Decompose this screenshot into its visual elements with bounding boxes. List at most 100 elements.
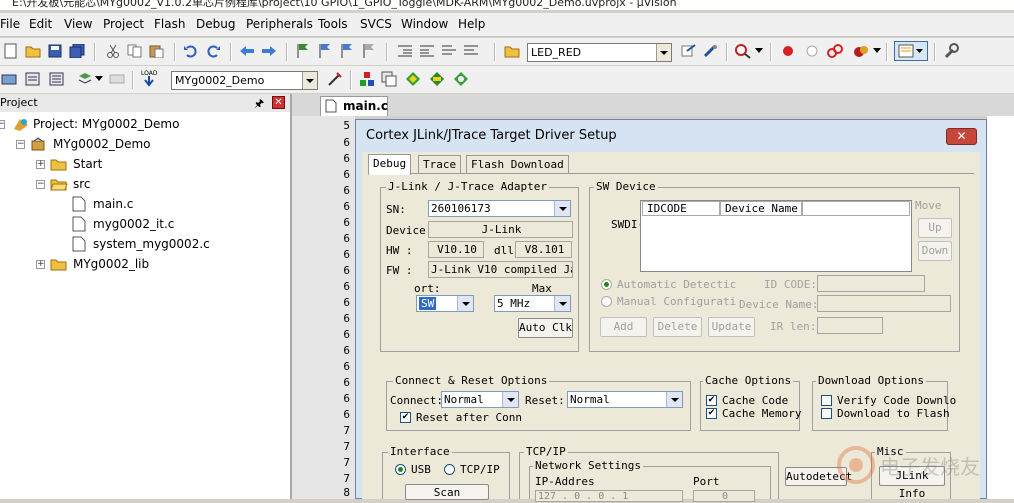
configure-icon[interactable]: [942, 42, 960, 60]
sn-select[interactable]: 260106173: [428, 200, 571, 217]
port-select[interactable]: SW: [416, 295, 474, 312]
add-button[interactable]: Add: [600, 317, 647, 337]
chevron-down-icon[interactable]: [457, 296, 473, 311]
uncomment-icon[interactable]: [462, 42, 480, 60]
redo-icon[interactable]: [204, 42, 222, 60]
open-folder-icon[interactable]: [24, 42, 42, 60]
collapse-icon[interactable]: −: [0, 120, 5, 129]
auto-clk-button[interactable]: Auto Clk: [518, 318, 573, 338]
chevron-down-icon[interactable]: [554, 201, 570, 216]
port-number-input[interactable]: 0: [693, 490, 755, 502]
max-clock-select[interactable]: 5 MHz: [494, 295, 571, 312]
build-icon[interactable]: [24, 70, 42, 88]
ir-len-input[interactable]: [817, 317, 883, 334]
translate-icon[interactable]: [0, 70, 18, 88]
find-in-files-icon[interactable]: [503, 42, 521, 60]
menu-help[interactable]: Help: [458, 17, 485, 31]
verify-code-checkbox[interactable]: [821, 395, 832, 406]
target-options-icon[interactable]: [326, 70, 344, 88]
target-node[interactable]: MYg0002_Demo: [53, 137, 151, 151]
menu-peripherals[interactable]: Peripherals: [246, 17, 313, 31]
menu-svcs[interactable]: SVCS: [360, 17, 392, 31]
unindent-icon[interactable]: [418, 42, 436, 60]
file-myg0002-it-c[interactable]: myg0002_it.c: [93, 217, 174, 231]
device-name-input[interactable]: [817, 295, 951, 312]
dialog-close-button[interactable]: ✕: [946, 128, 977, 145]
debug-session-icon[interactable]: [734, 42, 752, 60]
project-root[interactable]: Project: MYg0002_Demo: [33, 117, 179, 131]
paste-icon[interactable]: [148, 42, 166, 60]
bookmark-clear-icon[interactable]: [360, 42, 378, 60]
move-down-button[interactable]: Down: [918, 241, 952, 261]
undo-icon[interactable]: [182, 42, 200, 60]
connect-select[interactable]: Normal: [441, 391, 519, 408]
collapse-icon[interactable]: −: [16, 140, 25, 149]
copy-icon[interactable]: [126, 42, 144, 60]
group-myg0002-lib[interactable]: MYg0002_lib: [73, 257, 149, 271]
save-icon[interactable]: [46, 42, 64, 60]
menu-flash[interactable]: Flash: [154, 17, 185, 31]
batch-build-icon[interactable]: [76, 70, 94, 88]
move-up-button[interactable]: Up: [918, 218, 952, 238]
group-start[interactable]: Start: [73, 157, 102, 171]
breakpoint-insert-icon[interactable]: [779, 42, 797, 60]
menu-view[interactable]: View: [64, 17, 92, 31]
chevron-down-icon[interactable]: [554, 296, 570, 311]
chevron-down-icon[interactable]: [754, 42, 764, 60]
select-packs-icon[interactable]: [452, 70, 470, 88]
reset-select[interactable]: Normal: [567, 391, 683, 408]
chevron-down-icon[interactable]: [502, 392, 518, 407]
collapse-icon[interactable]: −: [36, 180, 45, 189]
menu-tools[interactable]: Tools: [318, 17, 348, 31]
breakpoint-disable-all-icon[interactable]: [826, 42, 844, 60]
new-file-icon[interactable]: [2, 42, 20, 60]
rte-icon[interactable]: [404, 70, 422, 88]
chevron-down-icon[interactable]: [872, 42, 882, 60]
stop-build-icon[interactable]: [108, 70, 126, 88]
target-combo[interactable]: MYg0002_Demo: [171, 71, 318, 90]
file-extensions-icon[interactable]: [380, 70, 398, 88]
tcpip-radio[interactable]: [444, 464, 455, 475]
scan-button[interactable]: Scan: [405, 484, 489, 500]
tab-debug[interactable]: Debug: [368, 154, 412, 175]
close-icon[interactable]: ✕: [272, 96, 285, 109]
reset-after-connect-checkbox[interactable]: ✔: [400, 412, 411, 423]
ip-address-input[interactable]: 127 . 0 . 0 . 1: [535, 490, 683, 502]
id-code-input[interactable]: [817, 275, 925, 292]
breakpoint-kill-all-icon[interactable]: [852, 42, 870, 60]
load-download-icon[interactable]: LOAD: [140, 68, 158, 90]
indent-icon[interactable]: [396, 42, 414, 60]
delete-button[interactable]: Delete: [653, 317, 702, 337]
incremental-find-icon[interactable]: [702, 42, 720, 60]
rebuild-icon[interactable]: [48, 70, 66, 88]
chevron-down-icon[interactable]: [302, 72, 317, 89]
tab-main-c[interactable]: main.c: [320, 96, 388, 116]
expand-icon[interactable]: +: [36, 160, 45, 169]
chevron-down-icon[interactable]: [656, 44, 671, 61]
tab-flash-download[interactable]: Flash Download: [466, 155, 569, 174]
tab-trace[interactable]: Trace: [418, 155, 462, 174]
usb-radio[interactable]: [395, 464, 406, 475]
chevron-down-icon[interactable]: [666, 392, 682, 407]
bookmark-insert-icon[interactable]: [294, 42, 312, 60]
menu-project[interactable]: Project: [103, 17, 144, 31]
window-layout-icon[interactable]: [894, 41, 928, 61]
save-all-icon[interactable]: [68, 42, 86, 60]
cut-icon[interactable]: [104, 42, 122, 60]
expand-icon[interactable]: +: [36, 260, 45, 269]
nav-forward-icon[interactable]: [260, 42, 278, 60]
manual-configuration-radio[interactable]: [601, 296, 612, 307]
automatic-detection-radio[interactable]: [601, 279, 612, 290]
cache-memory-checkbox[interactable]: ✔: [706, 408, 717, 419]
find-icon[interactable]: [680, 42, 698, 60]
cache-code-checkbox[interactable]: ✔: [706, 395, 717, 406]
pack-installer-icon[interactable]: [428, 70, 446, 88]
chevron-down-icon[interactable]: [94, 70, 104, 88]
download-to-flash-checkbox[interactable]: [821, 408, 832, 419]
update-button[interactable]: Update: [708, 317, 755, 337]
menu-debug[interactable]: Debug: [196, 17, 235, 31]
file-system-myg0002-c[interactable]: system_myg0002.c: [93, 237, 210, 251]
file-main-c[interactable]: main.c: [93, 197, 133, 211]
breakpoint-enable-icon[interactable]: [803, 42, 821, 60]
manage-components-icon[interactable]: [358, 70, 376, 88]
